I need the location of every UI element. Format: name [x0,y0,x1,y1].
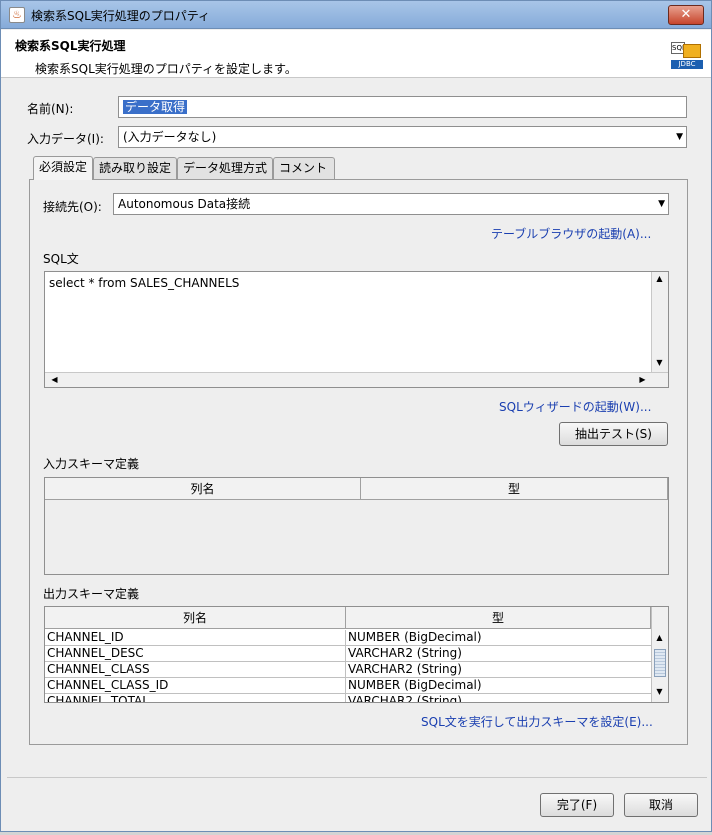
input-data-select[interactable]: (入力データなし) ▼ [118,126,687,148]
scroll-right-icon[interactable]: ▶ [635,375,650,384]
connection-select[interactable]: Autonomous Data接続 ▼ [113,193,669,215]
scroll-down-icon[interactable]: ▼ [652,358,667,367]
header-title: 検索系SQL実行処理 [15,39,126,53]
dialog-header: 検索系SQL実行処理 検索系SQL実行処理のプロパティを設定します。 SQL J… [1,30,711,78]
input-data-value: (入力データなし) [123,130,217,144]
table-browser-link[interactable]: テーブルブラウザの起動(A)... [491,225,651,242]
tab-read-settings[interactable]: 読み取り設定 [93,157,177,179]
column-name-cell: CHANNEL_ID [45,630,346,646]
tab-label: データ処理方式 [183,161,268,175]
set-output-schema-link[interactable]: SQL文を実行して出力スキーマを設定(E)... [421,713,653,730]
output-schema-table: 列名 型 CHANNEL_ID NUMBER (BigDecimal) CHAN… [44,606,669,703]
column-type-cell: VARCHAR2 (String) [348,646,462,660]
column-name-cell: CHANNEL_CLASS_ID [45,678,346,694]
chevron-down-icon: ▼ [658,199,665,209]
finish-button[interactable]: 完了(F) [540,793,614,817]
table-row[interactable]: CHANNEL_CLASS VARCHAR2 (String) [45,662,651,678]
close-button[interactable]: ✕ [668,5,704,25]
cube-icon [683,44,701,58]
table-row[interactable]: CHANNEL_ID NUMBER (BigDecimal) [45,630,651,646]
sql-horizontal-scrollbar[interactable]: ◀ ▶ [45,372,668,387]
tab-data-processing[interactable]: データ処理方式 [177,157,273,179]
input-data-label: 入力データ(I): [27,132,104,146]
chevron-down-icon: ▼ [676,132,683,142]
output-schema-label: 出力スキーマ定義 [43,587,140,601]
output-col-name-header[interactable]: 列名 [45,607,346,629]
name-input[interactable]: データ取得 [118,96,687,118]
connection-value: Autonomous Data接続 [118,197,251,211]
footer-divider [7,777,707,778]
header-description: 検索系SQL実行処理のプロパティを設定します。 [35,62,297,76]
column-name-cell: CHANNEL_CLASS [45,662,346,678]
scroll-left-icon[interactable]: ◀ [47,375,62,384]
tab-label: コメント [279,161,328,175]
connection-label: 接続先(O): [43,200,102,214]
scroll-up-icon[interactable]: ▲ [652,633,667,642]
scroll-up-icon[interactable]: ▲ [652,274,667,283]
scroll-down-icon[interactable]: ▼ [652,687,667,696]
title-bar[interactable]: ♨ 検索系SQL実行処理のプロパティ ✕ [1,1,711,29]
app-icon: ♨ [9,7,25,23]
column-name-cell: CHANNEL_DESC [45,646,346,662]
table-row[interactable]: CHANNEL_DESC VARCHAR2 (String) [45,646,651,662]
column-type-cell: NUMBER (BigDecimal) [348,678,482,692]
extract-test-button[interactable]: 抽出テスト(S) [559,422,668,446]
jdbc-icon: SQL JDBC [669,40,705,70]
table-row[interactable]: CHANNEL_CLASS_ID NUMBER (BigDecimal) [45,678,651,694]
scroll-thumb[interactable] [654,649,666,677]
jdbc-label: JDBC [671,60,703,69]
sql-label: SQL文 [43,252,79,266]
tab-label: 必須設定 [39,160,88,174]
column-type-cell: VARCHAR2 (String) [348,694,462,702]
output-vertical-scrollbar[interactable]: ▲ ▼ [651,607,668,702]
tab-required-settings[interactable]: 必須設定 [33,156,93,180]
input-schema-table: 列名 型 [44,477,669,575]
table-row[interactable]: CHANNEL_TOTAL VARCHAR2 (String) [45,694,651,702]
input-col-name-header[interactable]: 列名 [45,478,361,500]
tab-comment[interactable]: コメント [273,157,335,179]
sql-textarea[interactable]: select * from SALES_CHANNELS ▲ ▼ ◀ ▶ [44,271,669,388]
sql-wizard-link[interactable]: SQLウィザードの起動(W)... [499,398,651,415]
name-label: 名前(N): [27,102,74,116]
cancel-button[interactable]: 取消 [624,793,698,817]
output-col-type-header[interactable]: 型 [346,607,651,629]
properties-dialog: ♨ 検索系SQL実行処理のプロパティ ✕ 検索系SQL実行処理 検索系SQL実行… [0,0,712,832]
column-type-cell: NUMBER (BigDecimal) [348,630,482,644]
column-name-cell: CHANNEL_TOTAL [45,694,346,702]
close-icon: ✕ [680,7,692,22]
sql-vertical-scrollbar[interactable]: ▲ ▼ [651,272,668,372]
column-type-cell: VARCHAR2 (String) [348,662,462,676]
tab-label: 読み取り設定 [99,161,172,175]
sql-text: select * from SALES_CHANNELS [49,276,240,290]
input-col-type-header[interactable]: 型 [361,478,668,500]
name-value: データ取得 [123,100,188,114]
input-schema-label: 入力スキーマ定義 [43,457,140,471]
window-title: 検索系SQL実行処理のプロパティ [31,9,211,23]
